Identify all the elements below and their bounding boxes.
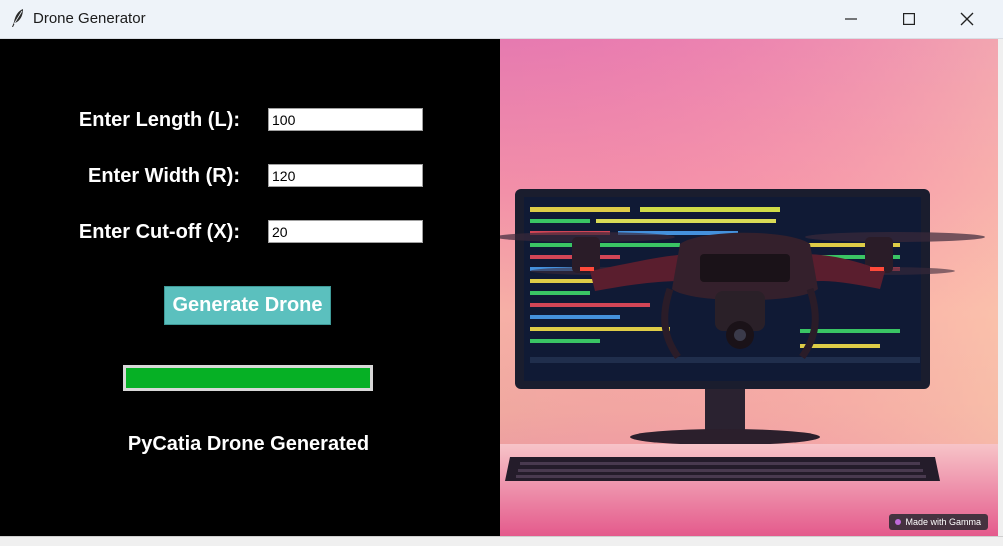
feather-icon	[9, 8, 27, 28]
cutoff-label: Enter Cut-off (X):	[78, 221, 240, 243]
progress-bar	[123, 365, 373, 391]
width-label: Enter Width (R):	[87, 165, 240, 187]
close-icon	[960, 12, 974, 26]
window-title: Drone Generator	[33, 10, 146, 27]
length-input[interactable]	[268, 108, 423, 131]
status-text: PyCatia Drone Generated	[127, 433, 370, 455]
progress-fill	[126, 368, 370, 388]
form-panel: Enter Length (L): Enter Width (R): Enter…	[0, 39, 500, 536]
made-with-gamma-badge: Made with Gamma	[889, 514, 988, 530]
title-bar: Drone Generator	[0, 0, 1003, 39]
maximize-icon	[903, 13, 915, 25]
gamma-badge-text: Made with Gamma	[905, 517, 981, 527]
close-button[interactable]	[938, 0, 996, 38]
drone-image: Made with Gamma	[500, 39, 998, 536]
generate-drone-button[interactable]: Generate Drone	[164, 286, 331, 325]
length-label: Enter Length (L):	[78, 109, 240, 131]
cutoff-input[interactable]	[268, 220, 423, 243]
maximize-button[interactable]	[880, 0, 938, 38]
minimize-icon	[845, 18, 857, 20]
width-input[interactable]	[268, 164, 423, 187]
drone-illustration	[500, 39, 998, 536]
gamma-logo-icon	[895, 519, 902, 525]
minimize-button[interactable]	[822, 0, 880, 38]
